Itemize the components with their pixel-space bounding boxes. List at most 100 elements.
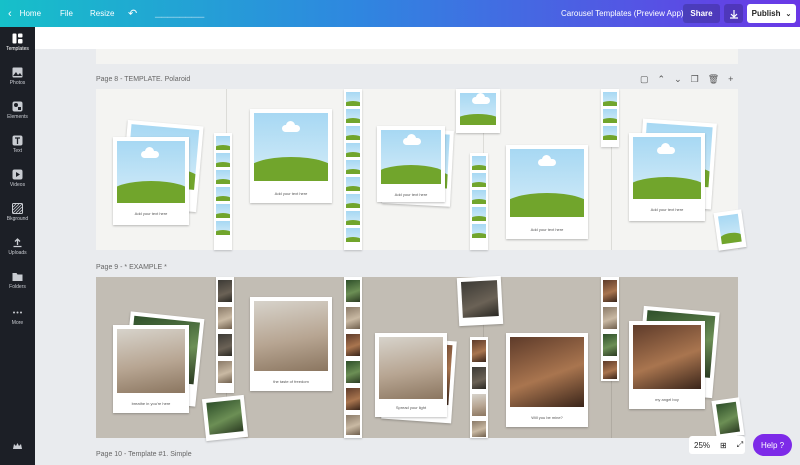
chevron-left-icon: ‹	[8, 7, 12, 20]
download-button[interactable]	[724, 4, 743, 23]
photo	[716, 401, 740, 435]
sidebar-item-label: Templates	[6, 46, 29, 52]
page-8-canvas[interactable]: Add your text here Add your text here Ad…	[96, 89, 747, 251]
caption-text: Add your text here	[134, 211, 168, 216]
undo-icon[interactable]: ↶	[128, 0, 137, 27]
polaroid-frame[interactable]: Add your text here	[377, 126, 445, 202]
hill	[346, 135, 360, 140]
move-up-icon[interactable]: ⌃	[658, 74, 666, 86]
zoom-control[interactable]: 25% ⊞ ⤢	[689, 436, 745, 454]
editor-workspace: Page 8 - TEMPLATE. Polaroid ▢ ⌃ ⌄ ❐ 🗑 + …	[35, 27, 800, 465]
film-strip[interactable]	[216, 277, 234, 393]
sidebar-item-videos[interactable]: Videos	[0, 169, 35, 199]
film-strip[interactable]	[470, 153, 488, 250]
duplicate-icon[interactable]: ❐	[691, 74, 699, 86]
sidebar-item-text[interactable]: Text	[0, 135, 35, 165]
film-frame	[472, 394, 486, 416]
sidebar-item-photos[interactable]: Photos	[0, 67, 35, 97]
polaroid-frame[interactable]: Add your text here	[629, 133, 705, 221]
polaroid-frame[interactable]	[711, 397, 745, 439]
page-toolbar: ▢ ⌃ ⌄ ❐ 🗑 +	[640, 74, 733, 86]
polaroid-frame[interactable]: breathe in you're here	[113, 325, 189, 413]
publish-button[interactable]: Publish ⌄	[747, 4, 796, 23]
hill	[472, 216, 486, 221]
elements-icon	[12, 101, 23, 112]
hill	[603, 118, 617, 123]
hill	[472, 199, 486, 204]
film-frame	[472, 421, 486, 437]
sidebar-item-folders[interactable]: Folders	[0, 271, 35, 301]
hill	[346, 220, 360, 225]
share-button[interactable]: Share	[683, 4, 720, 23]
hill	[346, 118, 360, 123]
polaroid-frame[interactable]: Add your text here	[113, 137, 189, 225]
film-strip[interactable]	[601, 277, 619, 381]
hill	[472, 233, 486, 238]
hill	[216, 145, 230, 150]
help-button[interactable]: Help ?	[753, 434, 792, 456]
photos-icon	[12, 67, 23, 78]
grid-view-icon[interactable]: ⊞	[715, 441, 732, 450]
file-menu[interactable]: File	[60, 0, 73, 27]
note-icon[interactable]: ▢	[640, 74, 649, 86]
polaroid-frame[interactable]	[456, 89, 500, 133]
page-7-canvas[interactable]	[96, 49, 738, 64]
polaroid-frame[interactable]: my angel boy	[629, 321, 705, 409]
cloud	[538, 155, 556, 166]
hill	[510, 193, 584, 217]
sidebar-item-label: Videos	[9, 182, 26, 188]
film-frame	[346, 92, 360, 106]
sidebar-item-templates[interactable]: Templates	[0, 33, 35, 63]
polaroid-frame[interactable]: Will you be mine?	[506, 333, 588, 427]
zoom-value[interactable]: 25%	[689, 441, 715, 450]
polaroid-frame[interactable]: Add your text here	[506, 145, 588, 239]
sidebar-item-background[interactable]: Bkground	[0, 203, 35, 233]
film-strip[interactable]	[214, 133, 232, 250]
document-name-field[interactable]: ▁▁▁▁▁▁▁▁	[155, 0, 204, 27]
sidebar-item-uploads[interactable]: Uploads	[0, 237, 35, 267]
sidebar-item-label: Photos	[9, 80, 26, 86]
resize-menu[interactable]: Resize	[90, 0, 114, 27]
add-page-icon[interactable]: +	[728, 74, 733, 86]
download-icon	[729, 9, 738, 19]
home-button[interactable]: ‹ Home	[8, 0, 41, 27]
caption-text: Add your text here	[650, 207, 684, 212]
polaroid-frame[interactable]	[713, 209, 747, 251]
polaroid-frame[interactable]	[201, 394, 249, 442]
film-frame	[218, 334, 232, 356]
sidebar-item-label: Bkground	[6, 216, 29, 222]
left-sidebar: Templates Photos Elements Text Videos Bk…	[0, 27, 35, 465]
polaroid-frame[interactable]: the taste of freedom	[250, 297, 332, 391]
sidebar-item-label: Elements	[7, 114, 28, 120]
film-strip[interactable]	[344, 89, 362, 250]
film-strip[interactable]	[470, 337, 488, 438]
film-frame	[216, 204, 230, 218]
delete-icon[interactable]: 🗑	[708, 74, 719, 86]
page-8-title: Page 8 - TEMPLATE. Polaroid	[96, 76, 191, 83]
cloud	[657, 143, 675, 154]
hill	[633, 177, 701, 199]
film-frame	[346, 307, 360, 329]
film-strip[interactable]	[601, 89, 619, 147]
move-down-icon[interactable]: ⌄	[674, 74, 682, 86]
hill	[346, 186, 360, 191]
sidebar-item-elements[interactable]: Elements	[0, 101, 35, 131]
photo-placeholder	[254, 113, 328, 181]
fullscreen-icon[interactable]: ⤢	[732, 440, 748, 450]
film-frame	[472, 224, 486, 238]
polaroid-frame[interactable]	[456, 275, 504, 327]
hill	[216, 179, 230, 184]
templates-icon	[12, 33, 23, 44]
document-title: Carousel Templates (Preview App)	[561, 9, 684, 18]
polaroid-frame[interactable]: Add your text here	[250, 109, 332, 203]
film-frame	[216, 221, 230, 235]
film-strip[interactable]	[344, 277, 362, 438]
film-frame	[603, 92, 617, 106]
page-9-canvas[interactable]: breathe in you're here the taste of free…	[96, 275, 745, 442]
caption-text: Add your text here	[530, 227, 564, 232]
sidebar-item-label: Text	[12, 148, 23, 154]
sidebar-item-more[interactable]: More	[0, 307, 35, 337]
polaroid-frame[interactable]: Spread your light	[375, 333, 447, 417]
photo-placeholder	[381, 130, 441, 184]
crown-button[interactable]	[0, 441, 35, 455]
